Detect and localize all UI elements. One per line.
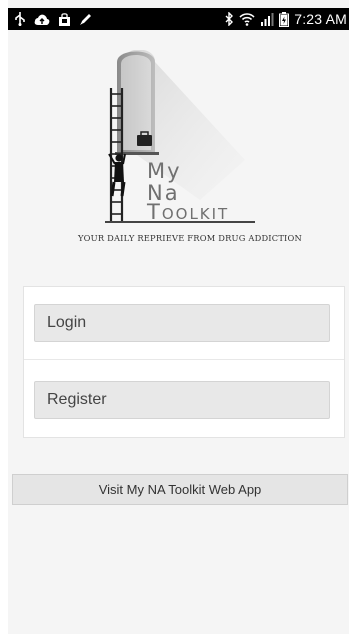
shopping-bag-icon: [59, 12, 70, 26]
auth-card: Login Register: [23, 286, 345, 438]
battery-icon: [279, 11, 290, 27]
wifi-icon: [239, 13, 255, 26]
register-button[interactable]: Register: [34, 381, 330, 419]
cloud-upload-icon: [34, 14, 50, 25]
status-icons-left: [14, 11, 92, 27]
app-logo: My Na Toolkit: [105, 50, 255, 224]
tagline: YOUR DAILY REPRIEVE FROM DRUG ADDICTION: [77, 233, 302, 243]
status-icons-right: 7:23 AM: [225, 11, 347, 27]
usb-icon: [15, 12, 25, 26]
login-button[interactable]: Login: [34, 304, 330, 342]
logo-word-my: My: [147, 159, 182, 183]
pencil-icon: [80, 13, 91, 25]
clock: 7:23 AM: [294, 11, 347, 27]
signal-icon: [261, 13, 274, 26]
bluetooth-icon: [225, 12, 234, 26]
card-divider: [24, 359, 344, 360]
logo-word-toolkit: Toolkit: [146, 200, 229, 224]
status-bar: 7:23 AM: [8, 8, 349, 30]
visit-web-app-button[interactable]: Visit My NA Toolkit Web App: [12, 474, 348, 505]
